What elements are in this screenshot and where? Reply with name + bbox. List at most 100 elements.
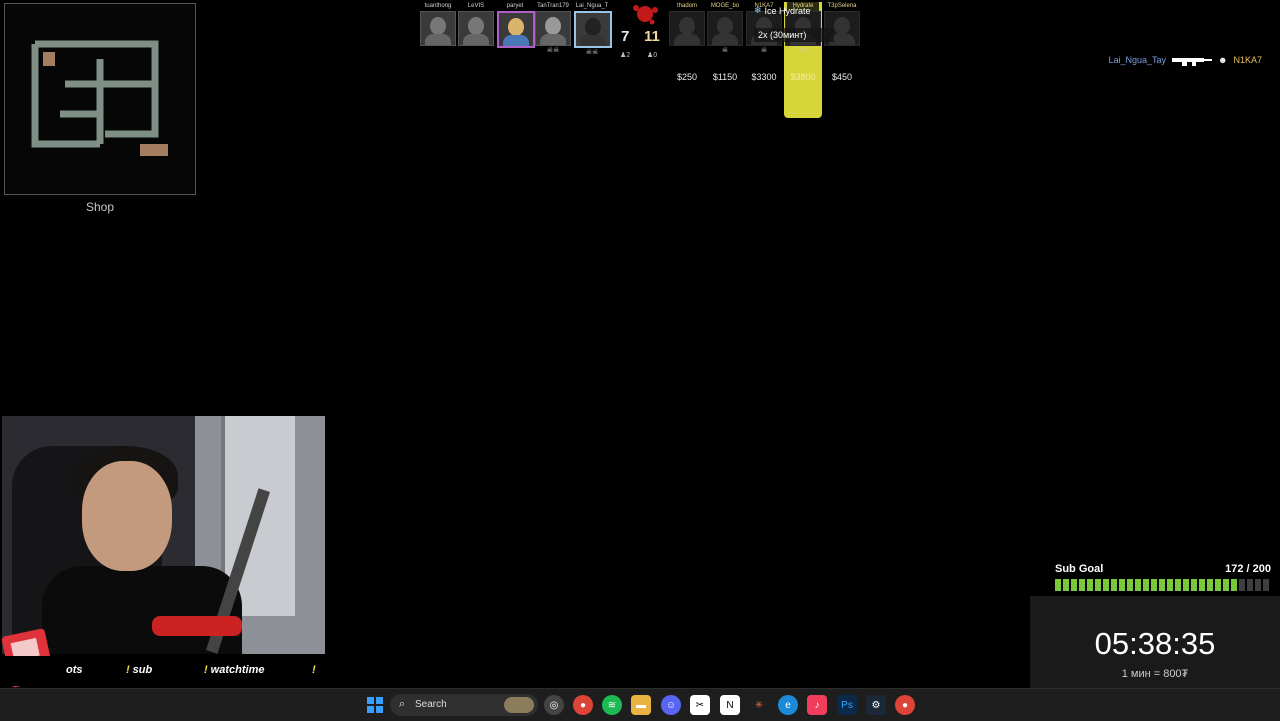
file-explorer-icon[interactable]: ▬ <box>631 695 651 715</box>
progress-segment <box>1135 579 1141 591</box>
steam-icon[interactable]: ⚙ <box>866 695 886 715</box>
timer-rate: 1 мин = 800₮ <box>1121 668 1189 680</box>
t-alive-count: ♟2 <box>620 52 631 59</box>
command-item: ! sub <box>126 664 153 676</box>
progress-segment <box>1151 579 1157 591</box>
discord-icon[interactable]: ☺ <box>661 695 681 715</box>
player-name: tuanthong <box>424 3 452 9</box>
progress-segment <box>1231 579 1237 591</box>
ct-alive-count: ♟0 <box>647 52 658 59</box>
skull-icon: ☠ <box>799 47 807 54</box>
t-player-card: paryet <box>497 2 535 58</box>
command-item: ! watchtime <box>204 664 265 676</box>
shop-label: Shop <box>85 200 115 214</box>
killfeed-victim: N1KA7 <box>1233 55 1262 65</box>
progress-segment <box>1063 579 1069 591</box>
progress-segment <box>1055 579 1061 591</box>
player-avatar <box>535 11 571 46</box>
notification-subtitle: 2x (30минт) <box>754 28 834 42</box>
progress-segment <box>1087 579 1093 591</box>
progress-segment <box>1263 579 1269 591</box>
progress-segment <box>1223 579 1229 591</box>
progress-segment <box>1199 579 1205 591</box>
player-money: $1150 <box>712 72 738 82</box>
skull-icon <box>824 46 860 56</box>
player-avatar <box>669 11 705 46</box>
progress-segment <box>1207 579 1213 591</box>
headshot-icon: ☻ <box>1217 55 1228 65</box>
progress-segment <box>1191 579 1197 591</box>
player-money: $3800 <box>790 72 816 82</box>
skull-icon <box>420 46 456 56</box>
player-name: LeVIS <box>467 3 485 9</box>
windows-start-icon[interactable] <box>365 695 385 715</box>
notion-icon[interactable]: N <box>720 695 740 715</box>
progress-segment <box>1103 579 1109 591</box>
skull-icon: ☠☠ <box>585 49 599 56</box>
minimap <box>4 3 196 195</box>
search-placeholder: Search <box>415 699 447 710</box>
progress-segment <box>1071 579 1077 591</box>
capcut-icon[interactable]: ✂ <box>690 695 710 715</box>
photoshop-icon[interactable]: Ps <box>837 695 857 715</box>
claude-icon[interactable]: ✳ <box>749 695 769 715</box>
redeem-notification: ❄ Ice Hydrate 2x (30минт) <box>754 5 834 42</box>
sub-goal-progress-bar <box>1055 579 1271 591</box>
player-name: thadom <box>676 3 697 9</box>
progress-segment <box>1119 579 1125 591</box>
snowflake-icon: ❄ <box>754 5 762 15</box>
player-money: $250 <box>676 72 698 82</box>
skull-icon: ☠☠ <box>546 47 560 54</box>
progress-segment <box>1175 579 1181 591</box>
spotify-icon[interactable]: ≋ <box>602 695 622 715</box>
player-avatar <box>497 11 535 48</box>
sub-goal-count: 172 / 200 <box>1225 563 1271 575</box>
search-highlight-image <box>504 697 534 713</box>
windows-taskbar: ⌕ Search ◎ ● ≋ ▬ ☺ ✂ N ✳ e ♪ Ps ⚙ ● <box>0 688 1280 721</box>
t-player-card: Lai_Ngua_T ☠☠ <box>574 2 612 58</box>
ct-player-card: MOGE_bo ☠ <box>707 2 743 56</box>
progress-segment <box>1255 579 1261 591</box>
player-money: $3300 <box>751 72 777 82</box>
player-money: $450 <box>831 72 853 82</box>
bomb-splat-icon <box>633 5 658 25</box>
player-avatar <box>707 11 743 46</box>
notification-title: Ice Hydrate <box>764 5 811 16</box>
t-player-card: LeVIS <box>458 2 494 56</box>
progress-segment <box>1247 579 1253 591</box>
command-item: ots <box>66 664 83 676</box>
killfeed-entry: Lai_Ngua_Tay ☻ N1KA7 <box>1108 54 1262 66</box>
progress-segment <box>1159 579 1165 591</box>
progress-segment <box>1127 579 1133 591</box>
player-name: paryet <box>506 3 524 9</box>
webcam-feed <box>2 416 325 654</box>
progress-segment <box>1215 579 1221 591</box>
obs-icon[interactable]: ◎ <box>544 695 564 715</box>
progress-segment <box>1167 579 1173 591</box>
progress-segment <box>1183 579 1189 591</box>
player-name: MOGE_bo <box>710 3 740 9</box>
skull-icon <box>458 46 494 56</box>
player-avatar <box>420 11 456 46</box>
player-avatar <box>574 11 612 48</box>
killfeed-attacker: Lai_Ngua_Tay <box>1108 55 1166 65</box>
t-player-card: TanTran179 ☠☠ <box>535 2 571 56</box>
sub-goal-widget: Sub Goal 172 / 200 <box>1055 563 1271 591</box>
progress-segment <box>1111 579 1117 591</box>
skull-icon: ☠ <box>760 47 768 54</box>
edge-icon[interactable]: e <box>778 695 798 715</box>
player-name: TanTran179 <box>537 3 569 9</box>
ct-score: 11 <box>644 28 660 45</box>
skull-icon <box>669 46 705 56</box>
progress-segment <box>1239 579 1245 591</box>
progress-segment <box>1143 579 1149 591</box>
chrome-icon[interactable]: ● <box>573 695 593 715</box>
player-avatar <box>458 11 494 46</box>
music-icon[interactable]: ♪ <box>807 695 827 715</box>
minimap-layout <box>31 40 168 156</box>
chrome-profile-icon[interactable]: ● <box>895 695 915 715</box>
player-name: Lai_Ngua_T <box>575 3 609 9</box>
t-player-card: tuanthong <box>420 2 456 56</box>
taskbar-search[interactable]: ⌕ Search <box>390 694 538 716</box>
progress-segment <box>1095 579 1101 591</box>
